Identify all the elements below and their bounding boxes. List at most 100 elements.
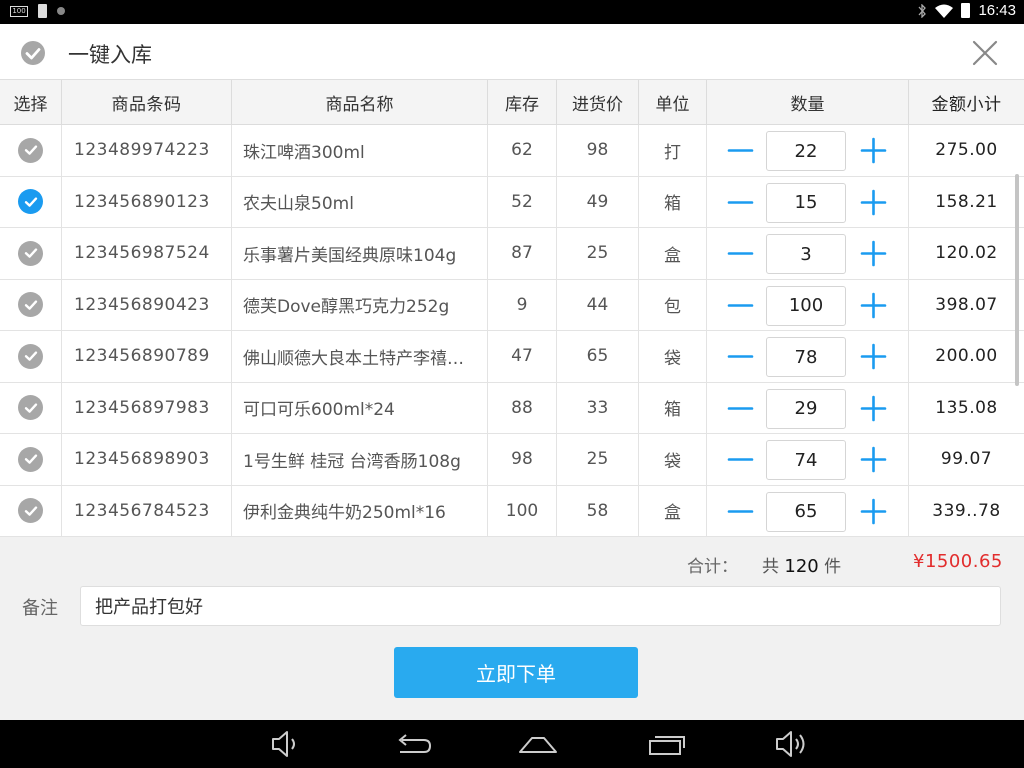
- unit-cell: 打: [639, 125, 707, 176]
- stock-cell: 47: [488, 331, 557, 382]
- close-icon[interactable]: [970, 38, 1000, 68]
- table-row[interactable]: 123489974223 珠江啤酒300ml 62 98 打 275.00: [0, 125, 1024, 177]
- check-icon[interactable]: [18, 189, 43, 215]
- table-row[interactable]: 123456890423 德芙Dove醇黑巧克力252g 9 44 包 398.…: [0, 279, 1024, 331]
- barcode-cell: 123456784523: [62, 485, 232, 536]
- summary-label: 合计：: [687, 557, 738, 577]
- quantity-input[interactable]: [766, 388, 846, 429]
- check-icon[interactable]: [18, 240, 43, 266]
- minus-icon[interactable]: [727, 292, 754, 319]
- name-cell: 1号生鲜 桂冠 台湾香肠108g: [232, 434, 488, 485]
- nav-bar: [0, 720, 1024, 768]
- stock-cell: 9: [488, 279, 557, 330]
- price-cell: 58: [557, 485, 639, 536]
- price-cell: 65: [557, 331, 639, 382]
- product-table: 选择 商品条码 商品名称 库存 进货价 单位 数量 金额小计 123489974…: [0, 80, 1024, 537]
- minus-icon[interactable]: [727, 446, 754, 473]
- back-icon[interactable]: [394, 728, 432, 760]
- name-cell: 可口可乐600ml*24: [232, 382, 488, 433]
- minus-icon[interactable]: [727, 395, 754, 422]
- status-right: 16:43: [917, 2, 1016, 19]
- plus-icon[interactable]: [860, 395, 887, 422]
- column-header-name: 商品名称: [232, 80, 488, 124]
- column-header-select: 选择: [0, 80, 62, 124]
- stock-cell: 62: [488, 125, 557, 176]
- product-name: 农夫山泉50ml: [243, 194, 354, 215]
- product-name: 德芙Dove醇黑巧克力252g: [243, 297, 450, 318]
- plus-icon[interactable]: [860, 498, 887, 525]
- page-title: 一键入库: [68, 43, 152, 67]
- check-icon[interactable]: [18, 498, 43, 524]
- quantity-input[interactable]: [766, 337, 846, 377]
- volume-down-icon[interactable]: [270, 728, 304, 760]
- table-row[interactable]: 123456890123 农夫山泉50ml 52 49 箱 158.21: [0, 176, 1024, 228]
- barcode-cell: 123456987524: [62, 228, 232, 279]
- table-row[interactable]: 123456897983 可口可乐600ml*24 88 33 箱 135.08: [0, 382, 1024, 434]
- price-cell: 44: [557, 279, 639, 330]
- plus-icon[interactable]: [860, 343, 887, 370]
- product-name: 珠江啤酒300ml: [243, 142, 365, 163]
- plus-icon[interactable]: [860, 189, 887, 216]
- name-cell: 德芙Dove醇黑巧克力252g: [232, 279, 488, 330]
- plus-icon[interactable]: [860, 240, 887, 267]
- quantity-input[interactable]: [766, 234, 846, 274]
- amount-cell: 398.07: [935, 294, 998, 315]
- check-icon[interactable]: [18, 292, 43, 318]
- place-order-button[interactable]: 立即下单: [394, 647, 638, 698]
- check-icon[interactable]: [18, 395, 43, 421]
- check-icon[interactable]: [18, 137, 43, 163]
- minus-icon[interactable]: [727, 137, 754, 164]
- minus-icon[interactable]: [727, 189, 754, 216]
- table-row[interactable]: 123456890789 佛山顺德大良本土特产李禧… 47 65 袋 200.0…: [0, 331, 1024, 383]
- plus-icon[interactable]: [860, 292, 887, 319]
- stock-cell: 100: [488, 485, 557, 536]
- table-row[interactable]: 123456784523 伊利金典纯牛奶250ml*16 100 58 盒 33…: [0, 485, 1024, 537]
- stock-cell: 88: [488, 382, 557, 433]
- table-row[interactable]: 123456898903 1号生鲜 桂冠 台湾香肠108g 98 25 袋 99…: [0, 434, 1024, 486]
- amount-cell: 200.00: [935, 346, 998, 367]
- count-prefix: 共: [762, 557, 779, 577]
- quantity-stepper: [707, 176, 909, 227]
- scrollbar[interactable]: [1015, 174, 1019, 386]
- quantity-input[interactable]: [766, 285, 846, 326]
- minus-icon[interactable]: [727, 343, 754, 370]
- home-icon[interactable]: [518, 728, 558, 760]
- quantity-input[interactable]: [766, 440, 846, 480]
- recents-icon[interactable]: [646, 728, 686, 760]
- column-header-quantity: 数量: [707, 80, 909, 124]
- status-left: 100: [10, 4, 65, 18]
- wifi-icon: [935, 4, 954, 18]
- amount-cell: 135.08: [935, 397, 998, 418]
- product-name: 1号生鲜 桂冠 台湾香肠108g: [243, 451, 461, 472]
- quantity-input[interactable]: [766, 182, 846, 223]
- plus-icon[interactable]: [860, 137, 887, 164]
- plus-icon[interactable]: [860, 446, 887, 473]
- quantity-stepper: [707, 331, 909, 382]
- quantity-stepper: [707, 279, 909, 330]
- battery-level-icon: 100: [10, 5, 28, 17]
- select-cell: [0, 434, 62, 485]
- unit-cell: 包: [639, 279, 707, 330]
- unit-cell: 袋: [639, 331, 707, 382]
- barcode-cell: 123456897983: [62, 382, 232, 433]
- bluetooth-icon: [918, 3, 927, 18]
- remark-label: 备注: [22, 598, 58, 619]
- total-amount: ¥1500.65: [913, 551, 1003, 572]
- column-header-price: 进货价: [557, 80, 639, 124]
- price-cell: 33: [557, 382, 639, 433]
- barcode-cell: 123456890123: [62, 176, 232, 227]
- quantity-input[interactable]: [766, 131, 846, 171]
- volume-up-icon[interactable]: [774, 728, 812, 760]
- table-row[interactable]: 123456987524 乐事薯片美国经典原味104g 87 25 盒 120.…: [0, 228, 1024, 280]
- minus-icon[interactable]: [727, 498, 754, 525]
- quantity-stepper: [707, 434, 909, 485]
- minus-icon[interactable]: [727, 240, 754, 267]
- check-icon[interactable]: [18, 446, 43, 472]
- check-icon[interactable]: [18, 343, 43, 369]
- quantity-input[interactable]: [766, 491, 846, 532]
- quantity-stepper: [707, 485, 909, 536]
- check-icon[interactable]: [21, 41, 45, 65]
- remark-input[interactable]: [80, 586, 1001, 626]
- status-bar: 100 16:43: [0, 0, 1024, 24]
- column-header-stock: 库存: [488, 80, 557, 124]
